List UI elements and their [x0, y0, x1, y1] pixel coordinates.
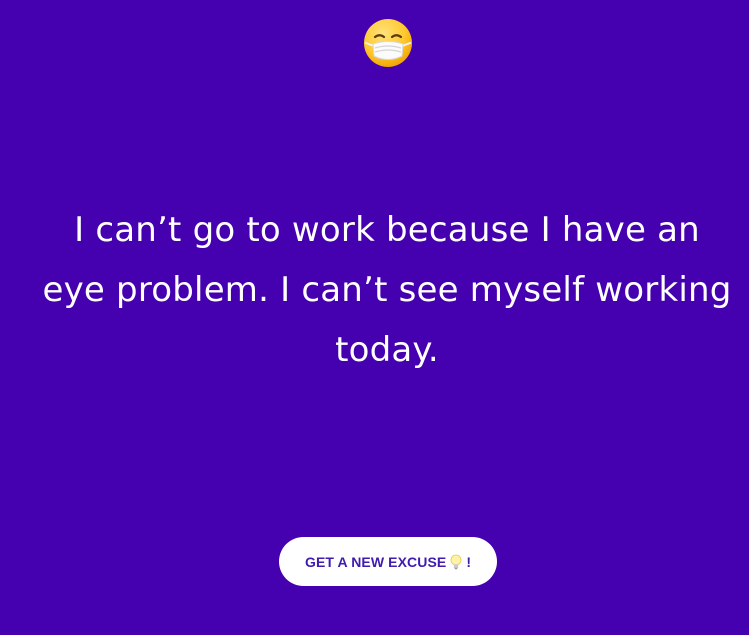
button-suffix: !: [466, 553, 472, 570]
excuse-text: I can’t go to work because I have an eye…: [42, 210, 732, 370]
get-new-excuse-button[interactable]: GET A NEW EXCUSE !: [279, 537, 497, 586]
face-with-medical-mask-icon: [362, 17, 414, 69]
get-new-excuse-label: GET A NEW EXCUSE: [304, 553, 447, 570]
excuse-page: I can’t go to work because I have an eye…: [0, 0, 749, 635]
light-bulb-icon: [450, 554, 462, 570]
